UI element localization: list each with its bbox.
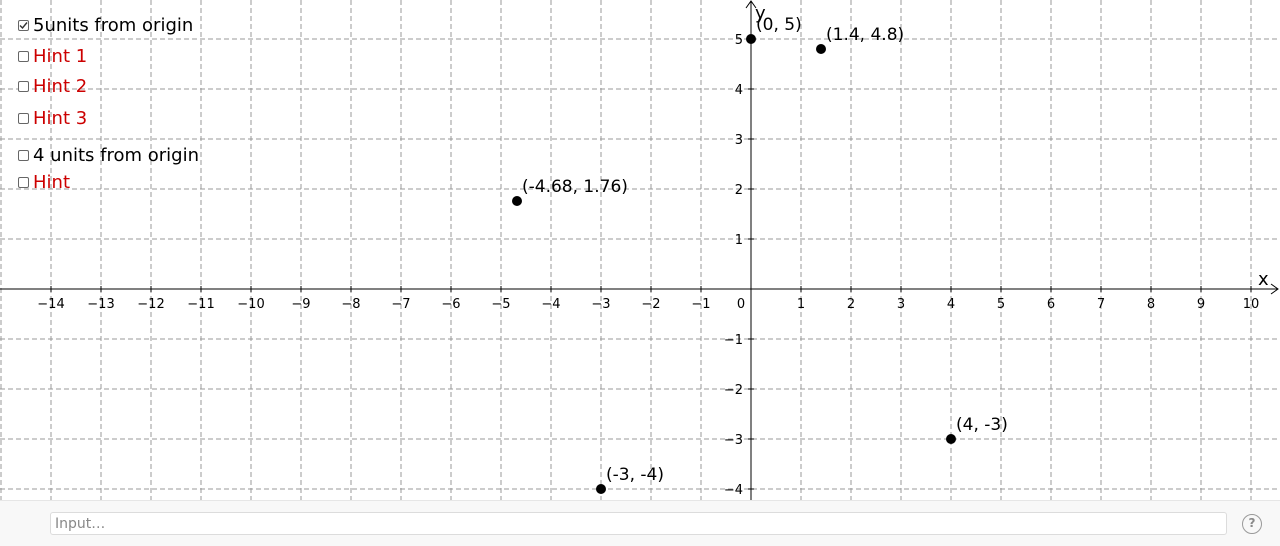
x-tick-label: −8 xyxy=(341,297,360,312)
checkbox-hint-2[interactable]: Hint 2 xyxy=(18,75,87,97)
x-tick-label: 5 xyxy=(997,297,1005,312)
x-tick-label: −5 xyxy=(491,297,510,312)
checkbox-unchecked-icon[interactable] xyxy=(18,176,29,188)
y-tick-label: −3 xyxy=(724,433,743,448)
x-tick-label: 10 xyxy=(1243,297,1260,312)
checkbox-hint-1[interactable]: Hint 1 xyxy=(18,45,87,67)
x-tick-label: 3 xyxy=(897,297,905,312)
x-tick-label: 6 xyxy=(1047,297,1055,312)
x-tick-label: −1 xyxy=(691,297,710,312)
y-tick-label: 1 xyxy=(735,233,743,248)
x-axis-label: x xyxy=(1258,269,1269,290)
x-tick-label: 1 xyxy=(797,297,805,312)
x-tick-label: −3 xyxy=(591,297,610,312)
checkbox-hint[interactable]: Hint xyxy=(18,171,70,193)
x-tick-label: −10 xyxy=(237,297,264,312)
data-point[interactable] xyxy=(746,34,756,44)
x-tick-label: −14 xyxy=(37,297,64,312)
y-tick-label: −2 xyxy=(724,383,743,398)
x-tick-label: −12 xyxy=(137,297,164,312)
x-tick-label: −13 xyxy=(87,297,114,312)
x-tick-label: 4 xyxy=(947,297,955,312)
point-label: (-3, -4) xyxy=(606,465,664,485)
y-tick-label: 5 xyxy=(735,33,743,48)
graphics-view[interactable]: xy−14 −13 −12 −11 −10 −9 −8 −7 −6 −5 −4 −3 −2 −1 0 1 2 3 4… xyxy=(0,0,1280,500)
x-tick-label: 7 xyxy=(1097,297,1105,312)
checkbox-unchecked-icon[interactable] xyxy=(18,112,29,124)
y-tick-label: 4 xyxy=(735,83,743,98)
x-tick-label: 0 xyxy=(737,297,745,312)
checkbox-label: 4 units from origin xyxy=(33,144,200,166)
x-tick-label: 2 xyxy=(847,297,855,312)
data-point[interactable] xyxy=(816,44,826,54)
checkbox-label: Hint 2 xyxy=(33,75,88,97)
y-tick-label: −1 xyxy=(724,333,743,348)
input-bar: ? xyxy=(0,500,1280,546)
checkbox-label: 5units from origin xyxy=(33,14,194,36)
checkbox-hint-3[interactable]: Hint 3 xyxy=(18,107,87,129)
checkbox-5-units-from-origin[interactable]: 5units from origin xyxy=(18,14,193,36)
point-label: (0, 5) xyxy=(756,15,802,35)
point-label: (1.4, 4.8) xyxy=(826,25,904,45)
checkbox-label: Hint 1 xyxy=(33,45,88,67)
data-point[interactable] xyxy=(946,434,956,444)
x-tick-label: −7 xyxy=(391,297,410,312)
checkbox-unchecked-icon[interactable] xyxy=(18,149,29,161)
x-tick-label: 9 xyxy=(1197,297,1205,312)
algebra-input[interactable] xyxy=(50,512,1227,535)
checkbox-checked-icon[interactable] xyxy=(18,19,29,31)
x-tick-label: −4 xyxy=(541,297,560,312)
x-tick-label: −6 xyxy=(441,297,460,312)
geogebra-applet: x y −14 −13 −12 −11 −10 −9 −8 −7 −6 −5 −4 −3 −2 −1 0 1 2 3 4… xyxy=(0,0,1280,546)
y-tick-label: −4 xyxy=(724,483,743,498)
y-tick-label: 3 xyxy=(735,133,743,148)
x-tick-label: −2 xyxy=(641,297,660,312)
y-tick-label: 2 xyxy=(735,183,743,198)
point-label: (-4.68, 1.76) xyxy=(522,177,628,197)
point-label: (4, -3) xyxy=(956,415,1008,435)
x-tick-label: −9 xyxy=(291,297,310,312)
checkbox-label: Hint xyxy=(33,171,71,193)
x-tick-label: 8 xyxy=(1147,297,1155,312)
checkbox-label: Hint 3 xyxy=(33,107,88,129)
checkbox-4-units-from-origin[interactable]: 4 units from origin xyxy=(18,144,199,166)
checkbox-unchecked-icon[interactable] xyxy=(18,50,29,62)
data-point[interactable] xyxy=(596,484,606,494)
data-point[interactable] xyxy=(512,196,522,206)
checkbox-unchecked-icon[interactable] xyxy=(18,80,29,92)
help-icon[interactable]: ? xyxy=(1242,514,1262,534)
x-tick-label: −11 xyxy=(187,297,214,312)
